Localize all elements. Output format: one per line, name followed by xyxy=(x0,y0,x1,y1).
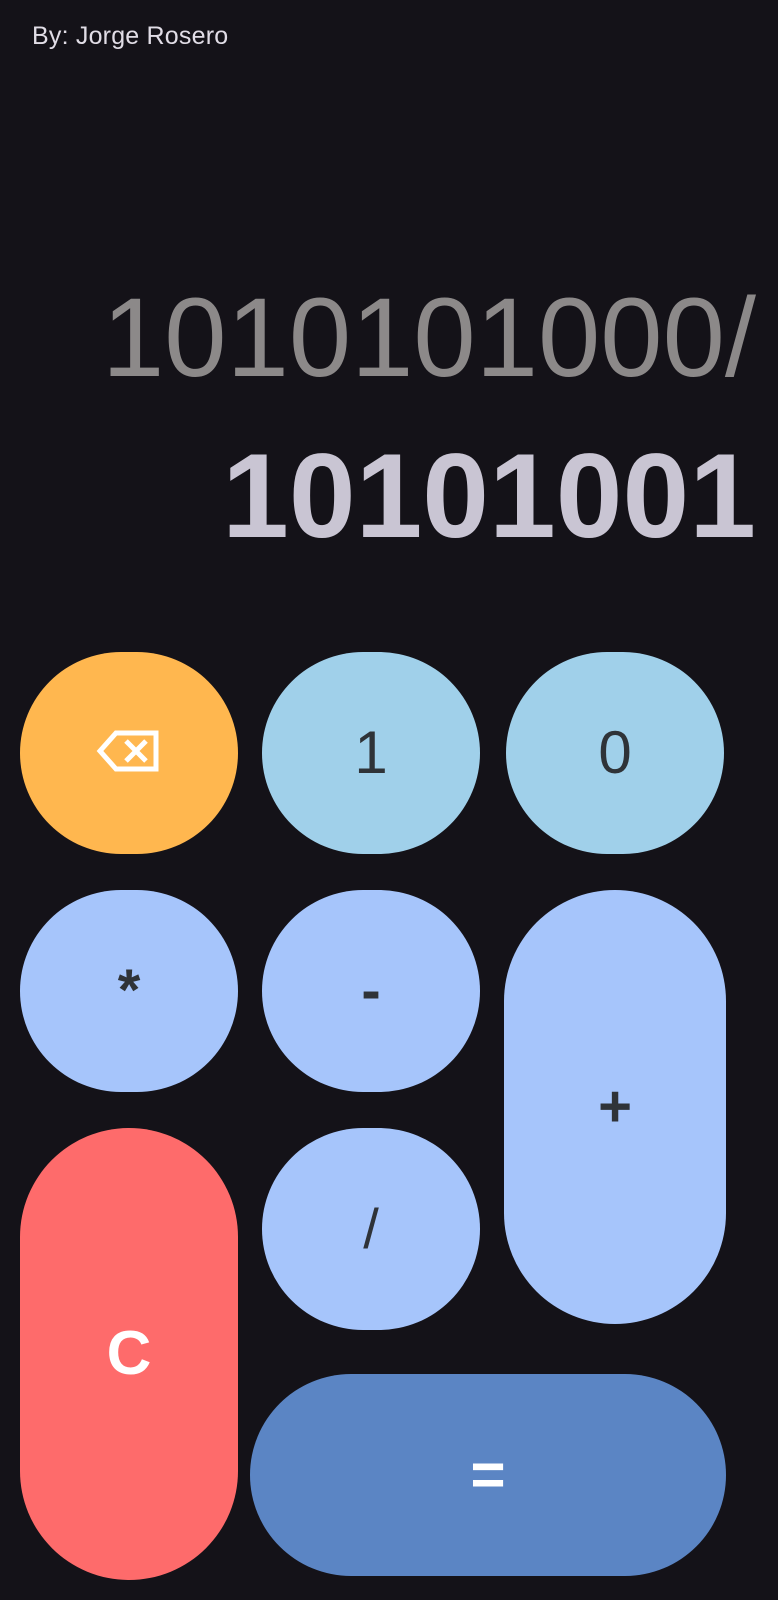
equals-button[interactable]: = xyxy=(250,1374,726,1576)
plus-button[interactable]: + xyxy=(504,890,726,1324)
minus-label: - xyxy=(361,958,381,1023)
divide-label: / xyxy=(363,1197,379,1260)
multiply-button[interactable]: * xyxy=(20,890,238,1092)
divide-button[interactable]: / xyxy=(262,1128,480,1330)
author-label: By: Jorge Rosero xyxy=(32,22,229,50)
minus-button[interactable]: - xyxy=(262,890,480,1092)
multiply-label: * xyxy=(117,958,141,1023)
backspace-icon xyxy=(96,729,162,778)
calculator-app: By: Jorge Rosero 1010101000/ 10101001 1 … xyxy=(0,0,778,1600)
digit-one-label: 1 xyxy=(354,719,388,786)
backspace-button[interactable] xyxy=(20,652,238,854)
clear-button[interactable]: C xyxy=(20,1128,238,1580)
digit-one-button[interactable]: 1 xyxy=(262,652,480,854)
result-display: 10101001 xyxy=(222,429,756,563)
digit-zero-label: 0 xyxy=(598,719,632,786)
clear-label: C xyxy=(106,1319,152,1388)
equals-label: = xyxy=(470,1441,506,1508)
expression-display: 1010101000/ xyxy=(101,282,756,394)
digit-zero-button[interactable]: 0 xyxy=(506,652,724,854)
plus-label: + xyxy=(598,1074,632,1139)
